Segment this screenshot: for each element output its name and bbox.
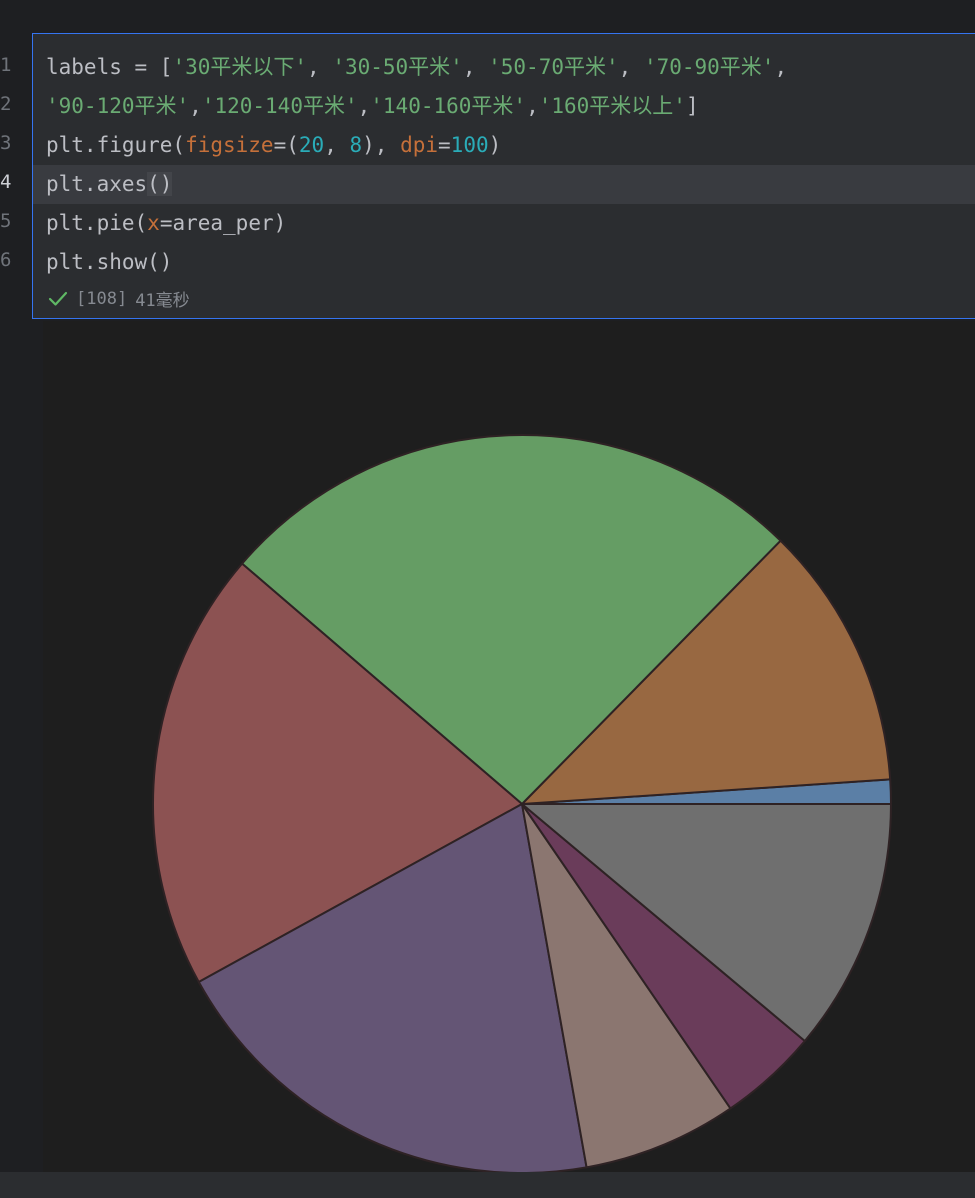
execution-duration: 41毫秒	[135, 291, 190, 311]
number-literal: 100	[450, 133, 489, 157]
code-token: =	[438, 133, 451, 157]
code-token: =(	[273, 133, 299, 157]
code-token: ,	[618, 55, 644, 79]
line-number-gutter: 1 2 3 4 5 6	[0, 32, 32, 321]
keyword-argument: x	[147, 211, 160, 235]
toolbar-strip	[0, 0, 975, 32]
code-token: ,	[357, 94, 371, 118]
code-token: =area_per)	[159, 211, 287, 235]
code-token: plt.show()	[46, 250, 173, 274]
keyword-argument: dpi	[400, 133, 439, 157]
matched-parens: ()	[147, 172, 173, 196]
string-literal: '120-140平米'	[201, 94, 358, 118]
code-token: plt.figure(	[46, 133, 186, 157]
code-token: plt.pie(	[46, 211, 148, 235]
line-number: 5	[0, 210, 12, 232]
code-token: ),	[362, 133, 401, 157]
line-number: 3	[0, 132, 12, 154]
code-line-6[interactable]: plt.show()	[46, 243, 975, 282]
code-token: ,	[307, 55, 333, 79]
status-bar	[0, 1172, 975, 1198]
check-icon	[48, 291, 68, 306]
line-number: 6	[0, 249, 12, 271]
code-token: ,	[462, 55, 489, 79]
line-number: 1	[0, 54, 12, 76]
code-token: plt.axes	[46, 172, 148, 196]
code-token: labels = [	[46, 55, 173, 79]
execution-counter: [108]	[76, 288, 128, 309]
string-literal: '140-160平米'	[370, 94, 527, 118]
line-number-active: 4	[0, 171, 12, 193]
code-line-5[interactable]: plt.pie(x=area_per)	[46, 204, 975, 243]
code-line-4-current[interactable]: plt.axes()	[33, 165, 975, 204]
code-line-2[interactable]: '90-120平米','120-140平米','140-160平米','160平…	[46, 87, 975, 126]
keyword-argument: figsize	[185, 133, 274, 157]
code-cell[interactable]: labels = ['30平米以下', '30-50平米', '50-70平米'…	[32, 33, 975, 319]
line-number: 2	[0, 93, 12, 115]
code-token: ,	[774, 55, 788, 79]
string-literal: '160平米以上'	[538, 94, 686, 118]
string-literal: '70-90平米'	[643, 55, 775, 79]
number-literal: 8	[349, 133, 363, 157]
code-token: ,	[324, 133, 350, 157]
code-token: )	[488, 133, 502, 157]
code-line-3[interactable]: plt.figure(figsize=(20, 8), dpi=100)	[46, 126, 975, 165]
code-token: ]	[685, 94, 699, 118]
code-token: ,	[189, 94, 202, 118]
number-literal: 20	[298, 133, 325, 157]
execution-status: [108] 41毫秒	[48, 286, 190, 311]
string-literal: '30-50平米'	[332, 55, 463, 79]
pie-chart	[152, 433, 893, 1172]
code-line-1[interactable]: labels = ['30平米以下', '30-50平米', '50-70平米'…	[46, 48, 975, 87]
string-literal: '90-120平米'	[46, 94, 190, 118]
string-literal: '30平米以下'	[172, 55, 308, 79]
code-editor[interactable]: labels = ['30平米以下', '30-50平米', '50-70平米'…	[33, 48, 975, 282]
code-token: ,	[526, 94, 539, 118]
string-literal: '50-70平米'	[488, 55, 619, 79]
